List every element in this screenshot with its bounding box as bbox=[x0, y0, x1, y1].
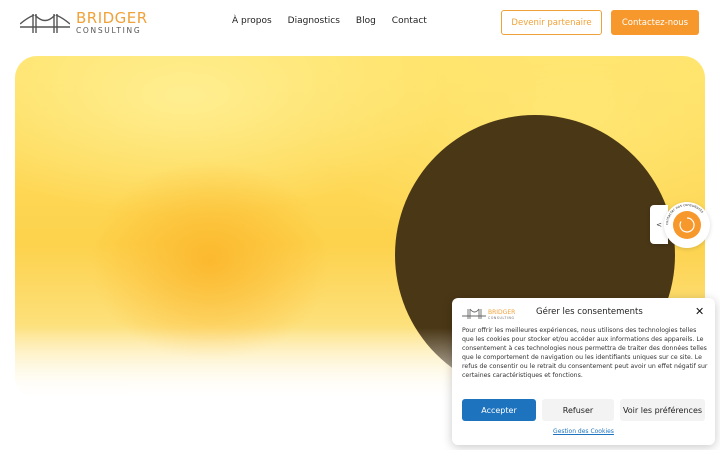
cookie-management-link[interactable]: Gestion des Cookies bbox=[452, 428, 715, 435]
nav-item-blog[interactable]: Blog bbox=[356, 16, 376, 26]
become-partner-button[interactable]: Devenir partenaire bbox=[501, 10, 602, 35]
refuse-button[interactable]: Refuser bbox=[542, 399, 614, 421]
consent-description: Pour offrir les meilleures expériences, … bbox=[462, 327, 708, 380]
logo-tagline: CONSULTING bbox=[76, 26, 142, 35]
consent-logo: BRIDGER CONSULTING bbox=[462, 306, 524, 325]
accept-button[interactable]: Accepter bbox=[462, 399, 536, 421]
svg-text:CONSULTING: CONSULTING bbox=[488, 316, 515, 320]
logo[interactable]: BRIDGER CONSULTING bbox=[20, 11, 148, 35]
contact-us-button[interactable]: Contactez-nous bbox=[611, 10, 699, 35]
contact-consultants-badge[interactable]: contacter nos consultants bbox=[664, 202, 710, 248]
view-preferences-button[interactable]: Voir les préférences bbox=[620, 399, 705, 421]
nav-item-contact[interactable]: Contact bbox=[392, 16, 427, 26]
main-nav: À propos Diagnostics Blog Contact bbox=[232, 16, 427, 26]
bridge-icon bbox=[20, 12, 70, 34]
svg-text:BRIDGER: BRIDGER bbox=[488, 309, 515, 316]
cookie-consent-dialog: BRIDGER CONSULTING Gérer les consentemen… bbox=[452, 298, 715, 445]
logo-name: BRIDGER bbox=[76, 9, 148, 27]
site-header: BRIDGER CONSULTING À propos Diagnostics … bbox=[0, 0, 720, 46]
nav-item-diagnostics[interactable]: Diagnostics bbox=[288, 16, 340, 26]
close-icon[interactable]: ✕ bbox=[695, 305, 704, 318]
page: BRIDGER CONSULTING À propos Diagnostics … bbox=[0, 0, 720, 450]
consent-title: Gérer les consentements bbox=[536, 307, 643, 317]
nav-item-a-propos[interactable]: À propos bbox=[232, 16, 272, 26]
spinner-icon bbox=[679, 217, 695, 233]
